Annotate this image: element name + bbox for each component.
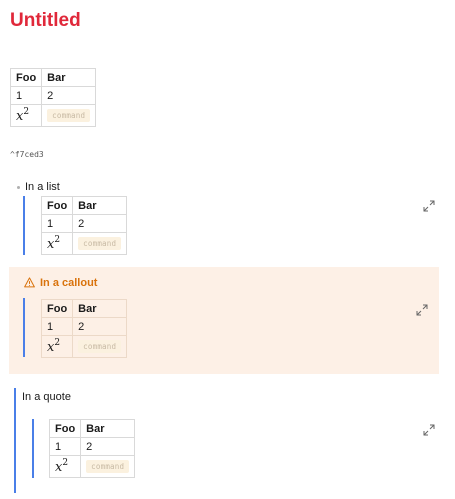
table-header-row: Foo Bar — [40, 196, 128, 215]
embedded-table: Foo Bar 1 2 x2 command — [48, 419, 136, 478]
expand-icon[interactable] — [423, 200, 435, 212]
page-title: Untitled — [10, 10, 81, 31]
command-cell[interactable]: command — [72, 335, 128, 358]
embedded-table: Foo Bar 1 2 x2 command — [40, 196, 128, 255]
command-chip: command — [86, 460, 130, 473]
table-cell[interactable]: 2 — [72, 317, 128, 336]
table-row: x2 command — [40, 335, 128, 358]
table-row: 1 2 — [40, 214, 128, 233]
table-cell[interactable]: 1 — [40, 317, 74, 336]
table-header-row: Foo Bar — [48, 419, 136, 438]
math-expression: x2 — [16, 107, 30, 124]
callout-title: In a callout — [40, 277, 98, 289]
table-row: 1 2 — [48, 437, 136, 456]
math-cell[interactable]: x2 — [9, 104, 43, 127]
command-cell[interactable]: command — [80, 455, 136, 478]
table: Foo Bar 1 2 x2 command — [9, 68, 97, 127]
warning-icon — [24, 277, 35, 288]
command-chip: command — [78, 340, 122, 353]
table-header-foo[interactable]: Foo — [48, 419, 82, 438]
math-expression: x2 — [55, 458, 69, 475]
quote-text: In a quote — [22, 391, 71, 403]
table-header-foo[interactable]: Foo — [40, 196, 74, 215]
embed-border — [23, 298, 25, 357]
quote-border — [14, 388, 16, 493]
table-cell[interactable]: 2 — [41, 86, 97, 105]
math-expression: x2 — [47, 235, 61, 252]
embedded-table: Foo Bar 1 2 x2 command — [40, 299, 128, 358]
table-cell[interactable]: 1 — [40, 214, 74, 233]
command-chip: command — [47, 109, 91, 122]
math-cell[interactable]: x2 — [40, 335, 74, 358]
table-header-bar[interactable]: Bar — [72, 299, 128, 318]
table-row: 1 2 — [9, 86, 97, 105]
table-header-bar[interactable]: Bar — [41, 68, 97, 87]
math-cell[interactable]: x2 — [40, 232, 74, 255]
list-bullet — [17, 186, 20, 189]
table-header-row: Foo Bar — [9, 68, 97, 87]
table-header-row: Foo Bar — [40, 299, 128, 318]
table-row: x2 command — [9, 104, 97, 127]
command-chip: command — [78, 237, 122, 250]
table-cell[interactable]: 1 — [9, 86, 43, 105]
table-cell[interactable]: 2 — [72, 214, 128, 233]
table-row: 1 2 — [40, 317, 128, 336]
command-cell[interactable]: command — [72, 232, 128, 255]
list-item-text: In a list — [25, 181, 60, 193]
table-cell[interactable]: 2 — [80, 437, 136, 456]
table-header-bar[interactable]: Bar — [72, 196, 128, 215]
expand-icon[interactable] — [416, 304, 428, 316]
table-header-foo[interactable]: Foo — [40, 299, 74, 318]
embed-border — [32, 419, 34, 478]
math-expression: x2 — [47, 338, 61, 355]
math-cell[interactable]: x2 — [48, 455, 82, 478]
expand-icon[interactable] — [423, 424, 435, 436]
table-header-bar[interactable]: Bar — [80, 419, 136, 438]
table-row: x2 command — [48, 455, 136, 478]
command-cell[interactable]: command — [41, 104, 97, 127]
table-header-foo[interactable]: Foo — [9, 68, 43, 87]
embed-border — [23, 196, 25, 255]
table-row: x2 command — [40, 232, 128, 255]
table-cell[interactable]: 1 — [48, 437, 82, 456]
block-id: ^f7ced3 — [10, 150, 44, 159]
